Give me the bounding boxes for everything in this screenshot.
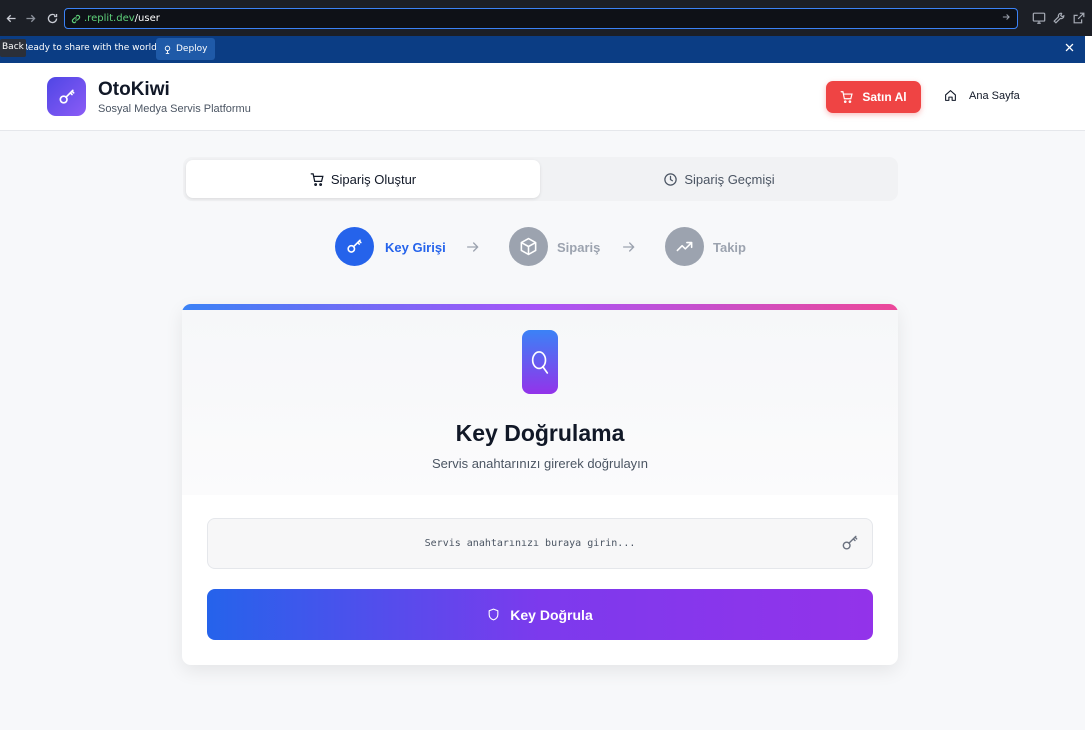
go-arrow-icon[interactable] — [1001, 12, 1011, 22]
order-tabs: Sipariş Oluştur Sipariş Geçmişi — [183, 157, 898, 201]
box-icon — [520, 237, 537, 256]
arrow-right-icon — [467, 242, 479, 252]
tab-order-history[interactable]: Sipariş Geçmişi — [543, 160, 895, 198]
home-icon — [945, 90, 956, 101]
search-badge — [522, 330, 558, 394]
back-tooltip: Back — [0, 39, 26, 57]
wrench-icon[interactable] — [1052, 11, 1066, 25]
shield-icon — [488, 608, 499, 621]
brand-subtitle: Sosyal Medya Servis Platformu — [98, 103, 251, 115]
step-order — [509, 227, 548, 266]
tab-create-order[interactable]: Sipariş Oluştur — [186, 160, 540, 198]
step-label-tracking: Takip — [713, 240, 746, 255]
buy-button[interactable]: Satın Al — [826, 81, 921, 113]
deploy-prompt: Ready to share with the world? — [22, 43, 162, 53]
home-label: Ana Sayfa — [969, 89, 1020, 102]
cart-icon — [840, 91, 854, 104]
step-label-key: Key Girişi — [385, 240, 446, 255]
search-icon — [531, 351, 549, 374]
brand-name: OtoKiwi — [98, 79, 170, 100]
deploy-label: Deploy — [176, 44, 208, 54]
external-link-icon[interactable] — [1072, 11, 1086, 25]
card-title: Key Doğrulama — [455, 420, 625, 446]
trending-up-icon — [676, 241, 693, 252]
key-icon — [842, 535, 858, 550]
deploy-button[interactable]: Deploy — [156, 38, 215, 60]
browser-tools — [1032, 11, 1086, 25]
verify-key-button[interactable]: Key Doğrula — [207, 589, 873, 640]
scrollbar[interactable] — [1085, 36, 1092, 730]
link-icon — [71, 14, 81, 23]
key-verification-card: Key Doğrulama Servis anahtarınızı girere… — [182, 304, 898, 665]
step-key-entry — [335, 227, 374, 266]
home-link[interactable]: Ana Sayfa — [944, 89, 1020, 102]
key-icon — [347, 239, 362, 253]
deploy-icon — [164, 45, 171, 54]
browser-toolbar: .replit.dev/user — [0, 0, 1092, 36]
address-bar[interactable]: .replit.dev/user — [64, 8, 1018, 29]
cart-icon — [310, 172, 324, 186]
logo — [47, 77, 86, 116]
url-path: /user — [134, 13, 160, 24]
verify-label: Key Doğrula — [510, 606, 593, 623]
tab-label: Sipariş Geçmişi — [684, 171, 775, 187]
step-label-order: Sipariş — [557, 240, 601, 255]
card-subtitle: Servis anahtarınızı girerek doğrulayın — [431, 456, 649, 471]
forward-arrow-icon[interactable] — [19, 7, 41, 29]
key-icon — [59, 89, 74, 104]
url-domain: .replit.dev — [84, 13, 135, 24]
app-header: OtoKiwi Sosyal Medya Servis Platformu Sa… — [0, 63, 1085, 131]
replit-deploy-banner: Ready to share with the world? Deploy Ba… — [0, 36, 1085, 63]
key-input[interactable] — [207, 518, 873, 569]
close-icon[interactable] — [1064, 42, 1075, 53]
step-tracking — [665, 227, 704, 266]
tab-label: Sipariş Oluştur — [330, 171, 417, 187]
clock-icon — [664, 172, 678, 186]
buy-label: Satın Al — [862, 90, 907, 104]
arrow-right-icon — [623, 242, 635, 252]
reload-icon[interactable] — [41, 7, 63, 29]
devices-icon[interactable] — [1032, 11, 1046, 25]
